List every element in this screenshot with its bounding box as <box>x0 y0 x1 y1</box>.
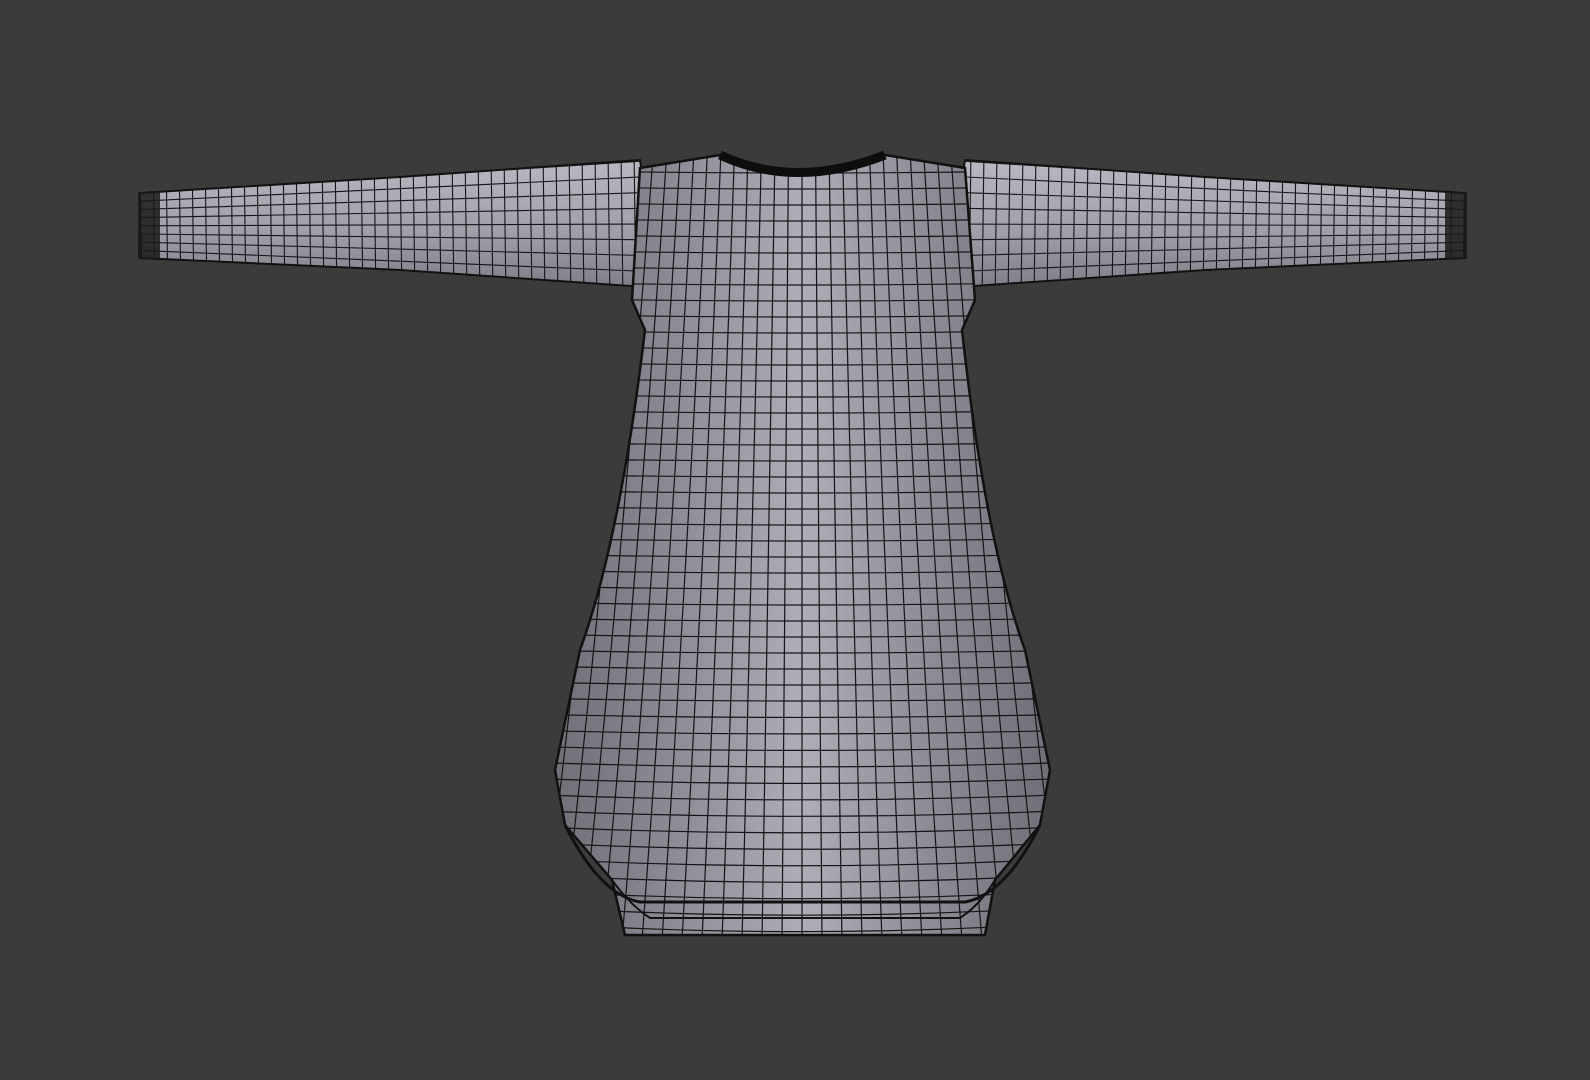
left-cuff <box>138 192 160 259</box>
mesh-scene <box>138 150 1467 937</box>
left-sleeve <box>138 158 662 290</box>
right-cuff <box>1445 192 1467 259</box>
right-sleeve <box>943 158 1467 290</box>
3d-viewport[interactable] <box>0 0 1590 1080</box>
